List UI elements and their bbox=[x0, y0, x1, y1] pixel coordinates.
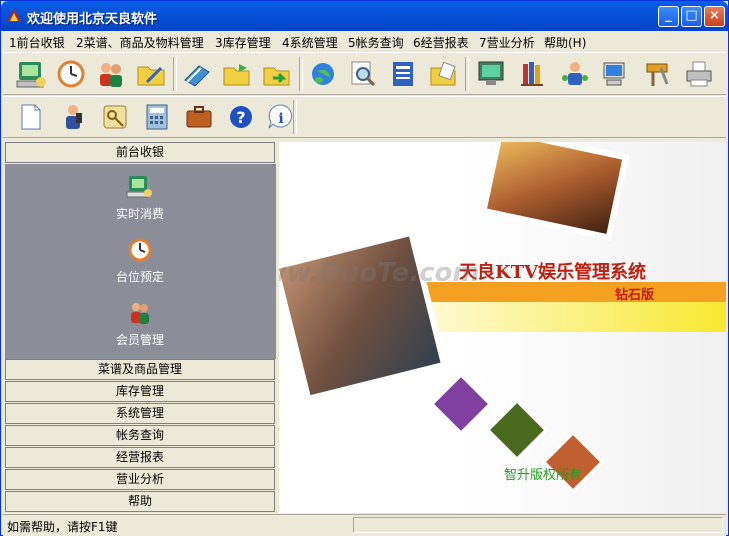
ktv-photo-small-3 bbox=[541, 430, 605, 494]
nav-item-label: 台位预定 bbox=[115, 270, 164, 284]
secondary-toolbar: ? i bbox=[3, 96, 726, 138]
category-items-area: 实时消费 台位预定 会员管理 ▼ bbox=[5, 164, 276, 376]
category-reports[interactable]: 经营报表 bbox=[5, 447, 275, 468]
nav-item-table-reserve[interactable]: 台位预定 bbox=[90, 235, 190, 285]
category-help[interactable]: 帮助 bbox=[5, 491, 275, 512]
ktv-photo-top bbox=[479, 142, 630, 242]
menu-bar: 1前台收银 2菜谱、商品及物料管理 3库存管理 4系统管理 5帐务查询 6经营报… bbox=[3, 31, 726, 51]
computer-icon[interactable] bbox=[597, 56, 633, 92]
menu-system[interactable]: 4系统管理 bbox=[282, 34, 338, 51]
copyright-text: 智升版权所有 bbox=[504, 468, 583, 483]
user-network-icon[interactable] bbox=[557, 56, 593, 92]
book-icon[interactable] bbox=[179, 56, 215, 92]
magnify-icon[interactable] bbox=[345, 56, 381, 92]
books-icon[interactable] bbox=[515, 56, 551, 92]
title-bar[interactable]: 欢迎使用北京天良软件 _ □ × bbox=[1, 1, 728, 31]
members-icon bbox=[125, 298, 155, 328]
members-icon[interactable] bbox=[93, 56, 129, 92]
menu-menu-goods[interactable]: 2菜谱、商品及物料管理 bbox=[76, 34, 204, 51]
svg-text:?: ? bbox=[236, 108, 245, 127]
printer-icon[interactable] bbox=[681, 56, 717, 92]
pos-terminal-icon[interactable] bbox=[13, 56, 49, 92]
svg-text:i: i bbox=[278, 111, 283, 127]
app-window: 欢迎使用北京天良软件 _ □ × 1前台收银 2菜谱、商品及物料管理 3库存管理… bbox=[0, 0, 729, 536]
app-logo-icon bbox=[7, 9, 21, 22]
watermark-text: www.DuoTe.com bbox=[279, 258, 480, 288]
nav-item-label: 实时消费 bbox=[115, 207, 164, 221]
nav-item-member-manage[interactable]: 会员管理 bbox=[90, 298, 190, 348]
monitor-icon[interactable] bbox=[473, 56, 509, 92]
clipboard-edit-icon[interactable] bbox=[425, 56, 461, 92]
maximize-button[interactable]: □ bbox=[681, 6, 702, 27]
calculator-icon[interactable] bbox=[139, 99, 175, 135]
user-phone-icon[interactable] bbox=[55, 99, 91, 135]
key-icon[interactable] bbox=[97, 99, 133, 135]
ktv-photo-small-1 bbox=[429, 372, 493, 436]
menu-help[interactable]: 帮助(H) bbox=[544, 34, 586, 51]
status-bar: 如需帮助，请按F1键 bbox=[3, 514, 726, 536]
product-title: 天良KTV娱乐管理系统 bbox=[459, 262, 647, 283]
folder-edit-icon[interactable] bbox=[133, 56, 169, 92]
menu-reports[interactable]: 6经营报表 bbox=[413, 34, 469, 51]
new-document-icon[interactable] bbox=[13, 99, 49, 135]
pos-terminal-icon bbox=[125, 172, 155, 202]
menu-accounts[interactable]: 5帐务查询 bbox=[348, 34, 404, 51]
status-hint: 如需帮助，请按F1键 bbox=[7, 520, 118, 534]
clock-icon bbox=[125, 235, 155, 265]
nav-panel: 前台收银 实时消费 台位预定 会员管理 ▼ 菜谱及商品 bbox=[5, 142, 276, 513]
category-inventory[interactable]: 库存管理 bbox=[5, 381, 275, 402]
nav-item-realtime-consume[interactable]: 实时消费 bbox=[90, 172, 190, 222]
ktv-photo-main bbox=[279, 229, 448, 403]
help-icon[interactable]: ? bbox=[223, 99, 259, 135]
menu-analysis[interactable]: 7营业分析 bbox=[479, 34, 535, 51]
nav-item-label: 会员管理 bbox=[115, 333, 164, 347]
folder-arrow-icon[interactable] bbox=[259, 56, 295, 92]
edition-label: 钻石版 bbox=[615, 288, 655, 303]
menu-frontdesk[interactable]: 1前台收银 bbox=[9, 34, 65, 51]
window-title: 欢迎使用北京天良软件 bbox=[27, 12, 158, 27]
category-analysis[interactable]: 营业分析 bbox=[5, 469, 275, 490]
close-button[interactable]: × bbox=[704, 6, 725, 27]
briefcase-icon[interactable] bbox=[181, 99, 217, 135]
ktv-photo-small-2 bbox=[485, 398, 549, 462]
tools-icon[interactable] bbox=[639, 56, 675, 92]
category-system[interactable]: 系统管理 bbox=[5, 403, 275, 424]
main-toolbar bbox=[3, 52, 726, 95]
category-frontdesk[interactable]: 前台收银 bbox=[5, 142, 275, 163]
menu-inventory[interactable]: 3库存管理 bbox=[215, 34, 271, 51]
splash-area: 天良KTV娱乐管理系统 钻石版 智升版权所有 www.DuoTe.com bbox=[279, 142, 726, 513]
clock-icon[interactable] bbox=[53, 56, 89, 92]
document-icon[interactable] bbox=[385, 56, 421, 92]
category-accounts[interactable]: 帐务查询 bbox=[5, 425, 275, 446]
status-pane-2 bbox=[353, 517, 723, 533]
category-menu-goods[interactable]: 菜谱及商品管理 bbox=[5, 359, 275, 380]
splash-graphic bbox=[279, 142, 726, 494]
globe-icon[interactable] bbox=[305, 56, 341, 92]
minimize-button[interactable]: _ bbox=[658, 6, 679, 27]
folder-open-icon[interactable] bbox=[219, 56, 255, 92]
